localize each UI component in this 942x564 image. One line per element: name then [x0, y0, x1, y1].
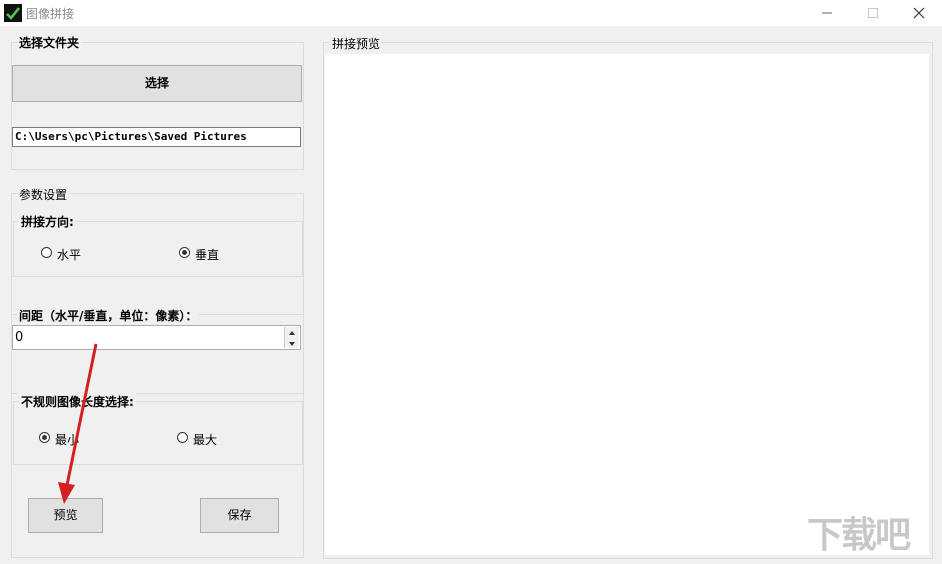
save-button[interactable]: 保存 [200, 498, 279, 533]
folder-group-legend: 选择文件夹 [17, 34, 82, 51]
spacing-stepper[interactable] [284, 327, 299, 348]
direction-label: 拼接方向: [19, 213, 76, 230]
folder-path-field[interactable]: C:\Users\pc\Pictures\Saved Pictures [12, 127, 301, 147]
radio-min[interactable] [39, 432, 50, 443]
params-group-legend: 参数设置 [17, 186, 70, 203]
radio-vertical-label: 垂直 [195, 248, 220, 262]
folder-group [11, 42, 304, 170]
stepper-up-icon[interactable] [285, 327, 299, 337]
select-folder-button[interactable]: 选择 [12, 65, 302, 102]
radio-max-label: 最大 [193, 433, 218, 447]
window-title: 图像拼接 [26, 7, 75, 21]
radio-vertical[interactable] [179, 247, 190, 258]
minimize-icon[interactable] [804, 0, 850, 26]
stepper-down-icon[interactable] [285, 338, 299, 348]
preview-group-legend: 拼接预览 [330, 35, 383, 52]
title-bar [0, 0, 942, 26]
spacing-label: 间距（水平/垂直，单位：像素）： [17, 307, 200, 324]
radio-horizontal-label: 水平 [57, 248, 82, 262]
direction-horizontal-option[interactable]: 水平 [41, 246, 121, 262]
irregular-max-option[interactable]: 最大 [177, 431, 257, 447]
preview-canvas [325, 54, 929, 555]
watermark-logo: 下载吧 [807, 515, 911, 556]
direction-vertical-option[interactable]: 垂直 [179, 246, 259, 262]
radio-max[interactable] [177, 432, 188, 443]
close-icon[interactable] [896, 0, 942, 26]
maximize-icon[interactable] [850, 0, 896, 26]
radio-horizontal[interactable] [41, 247, 52, 258]
app-icon [4, 4, 22, 22]
annotation-arrow-icon [58, 343, 98, 504]
